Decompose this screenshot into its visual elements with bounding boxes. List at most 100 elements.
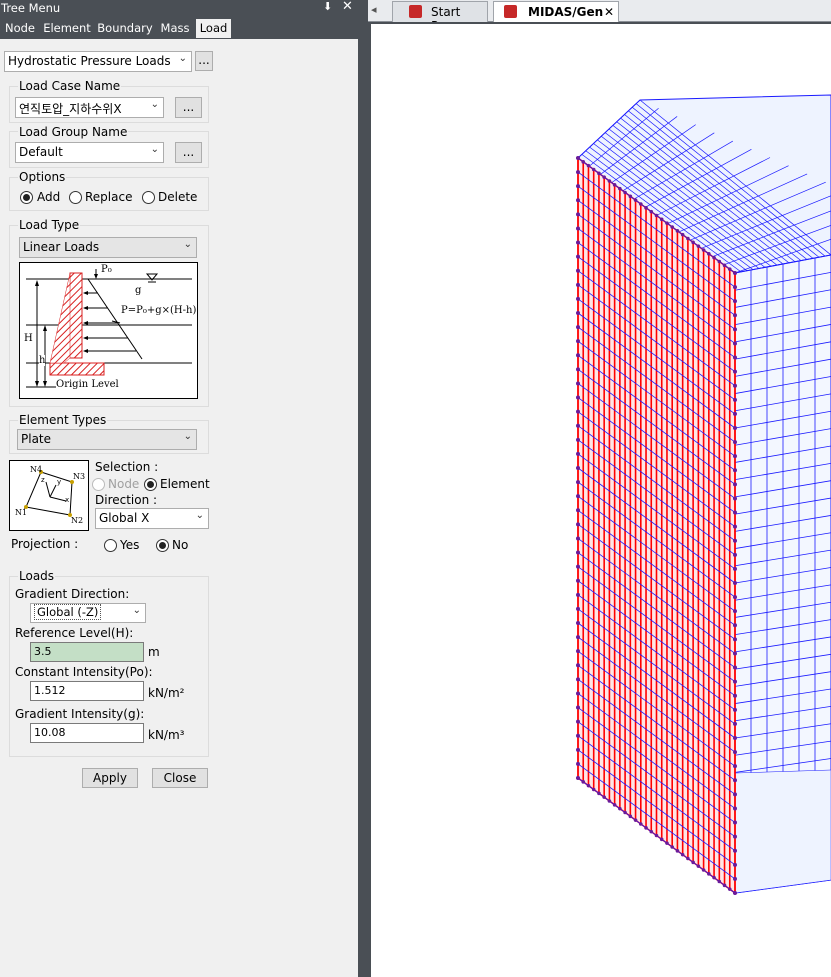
mesh-node	[576, 677, 580, 682]
panel-splitter[interactable]	[358, 0, 368, 977]
load-function-value: Hydrostatic Pressure Loads	[8, 54, 171, 68]
load-case-label: Load Case Name	[18, 79, 122, 93]
gradient-intensity-unit: kN/m³	[148, 728, 185, 742]
mesh-node	[576, 705, 580, 710]
mesh-node	[649, 209, 654, 214]
mesh-node	[733, 397, 737, 402]
projection-no-label: No	[172, 538, 189, 552]
mesh-node	[733, 327, 737, 332]
apply-button[interactable]: Apply	[82, 768, 138, 788]
mesh-node	[576, 466, 580, 470]
load-type-select[interactable]: Linear Loads ⌄	[19, 237, 197, 258]
selection-node-radio[interactable]	[92, 478, 105, 491]
mesh-node	[576, 437, 580, 442]
projection-no-radio[interactable]	[156, 539, 169, 552]
mesh-node	[733, 411, 737, 416]
tab-node[interactable]: Node	[2, 19, 38, 38]
mesh-node	[581, 160, 586, 164]
mesh-node	[633, 818, 638, 822]
constant-intensity-unit: kN/m²	[148, 686, 185, 700]
mesh-node	[680, 852, 685, 857]
load-group-label: Load Group Name	[18, 125, 129, 139]
model-canvas[interactable]	[371, 24, 831, 977]
option-replace-radio[interactable]	[69, 191, 82, 204]
mesh-node	[576, 268, 580, 273]
gradient-intensity-label: Gradient Intensity(g):	[15, 707, 145, 721]
option-delete-label: Delete	[158, 190, 198, 204]
pin-icon[interactable]: ⬇	[323, 0, 332, 13]
reference-level-label: Reference Level(H):	[15, 626, 134, 640]
mesh-node	[576, 156, 580, 160]
mesh-node	[576, 296, 580, 301]
tab-element[interactable]: Element	[41, 19, 93, 38]
load-group-select[interactable]: Default ⌄	[15, 142, 164, 163]
constant-intensity-label: Constant Intensity(Po):	[15, 665, 153, 679]
mesh-node	[733, 609, 737, 614]
mesh-node	[707, 252, 711, 256]
mesh-node	[733, 679, 737, 684]
mesh-node	[733, 891, 737, 895]
mesh-node	[576, 536, 580, 541]
mesh-node	[576, 719, 580, 724]
load-function-select[interactable]: Hydrostatic Pressure Loads ⌄	[4, 51, 192, 72]
mesh-node	[654, 213, 659, 218]
mesh-node	[733, 538, 737, 543]
mesh-node	[623, 190, 627, 195]
mesh-node	[727, 267, 732, 271]
load-case-value: 연직토압_지하수위X	[19, 102, 122, 116]
tab-mass[interactable]: Mass	[157, 19, 193, 38]
mesh-node	[733, 510, 737, 515]
mesh-node	[576, 480, 580, 485]
gradient-direction-select[interactable]: Global (-Z) ⌄	[30, 603, 146, 623]
tree-menu-tabs: Node Element Boundary Mass Load	[0, 17, 358, 39]
tab-load[interactable]: Load	[196, 19, 231, 38]
mesh-node	[701, 868, 706, 872]
mesh-node	[659, 837, 664, 842]
mesh-node	[733, 524, 737, 529]
gradient-intensity-input[interactable]: 10.08	[30, 723, 144, 743]
selection-element-radio[interactable]	[144, 478, 157, 491]
mesh-node	[665, 221, 669, 225]
mesh-node	[670, 225, 674, 229]
reference-level-input[interactable]: 3.5	[30, 642, 144, 662]
mesh-node	[576, 508, 580, 513]
mesh-node	[733, 313, 737, 318]
direction-select[interactable]: Global X ⌄	[95, 508, 209, 529]
element-types-select[interactable]: Plate ⌄	[17, 429, 197, 450]
mesh-node	[576, 494, 580, 499]
option-add-radio[interactable]	[20, 191, 33, 204]
selection-label: Selection :	[95, 460, 159, 474]
mesh-node	[733, 440, 737, 445]
mesh-node	[733, 566, 737, 571]
load-function-more-button[interactable]: ...	[195, 51, 213, 71]
plate-n4: N4	[30, 465, 43, 474]
load-case-more-button[interactable]: ...	[175, 97, 202, 118]
option-delete-radio[interactable]	[142, 191, 155, 204]
tab-boundary[interactable]: Boundary	[96, 19, 154, 38]
mesh-node	[733, 468, 737, 473]
close-button[interactable]: Close	[152, 768, 208, 788]
close-icon[interactable]: ✕	[342, 0, 353, 14]
load-case-select[interactable]: 연직토압_지하수위X ⌄	[15, 97, 164, 118]
hydrostatic-diagram-svg	[26, 269, 192, 388]
mesh-node	[733, 271, 737, 275]
tab-scroll-left-icon[interactable]: ◂	[371, 3, 377, 16]
close-tab-icon[interactable]: ✕	[604, 5, 614, 19]
mesh-node	[696, 244, 701, 248]
mesh-node	[733, 355, 737, 360]
mesh-node	[576, 733, 580, 738]
mesh-node	[733, 482, 737, 487]
mesh-node	[576, 747, 580, 752]
mesh-node	[581, 780, 586, 784]
tab-midas-gen[interactable]: MIDAS/Gen ✕	[493, 1, 619, 22]
diagram-H: H	[24, 333, 33, 344]
mesh-node	[618, 806, 622, 811]
constant-intensity-input[interactable]: 1.512	[30, 681, 144, 701]
projection-yes-radio[interactable]	[104, 539, 117, 552]
tab-start-page[interactable]: Start Page	[392, 1, 488, 33]
diagram-p0: P₀	[101, 264, 112, 275]
mesh-node	[576, 423, 580, 428]
mesh-node	[576, 367, 580, 372]
mesh-node	[686, 236, 690, 241]
load-group-more-button[interactable]: ...	[175, 142, 202, 163]
